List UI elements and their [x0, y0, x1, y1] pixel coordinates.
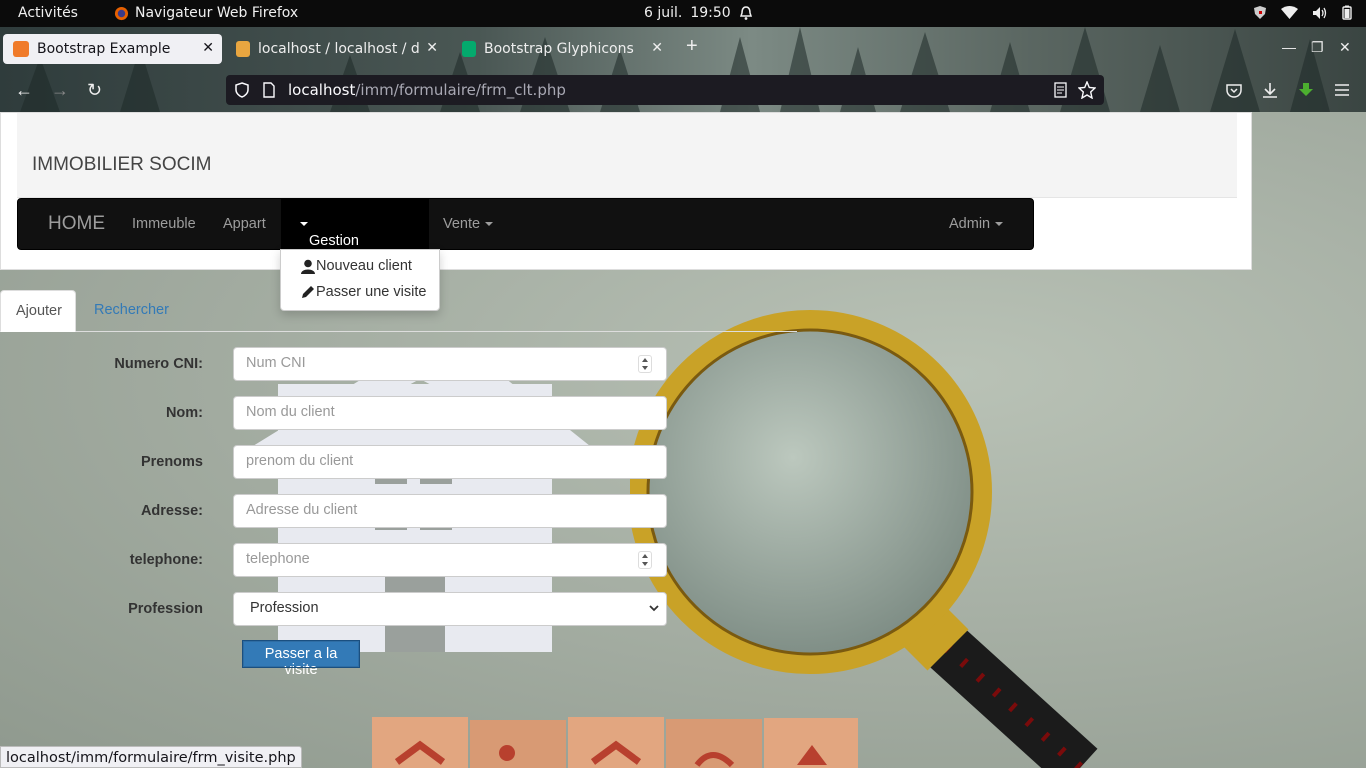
input-prenoms[interactable]: prenom du client [233, 445, 667, 479]
number-spinner-icon[interactable] [638, 355, 652, 373]
client-dropdown-menu: Nouveau client Passer une visite [280, 249, 440, 311]
system-top-bar: Activités Navigateur Web Firefox 6 juil.… [0, 0, 1366, 27]
reader-view-icon[interactable] [1054, 82, 1067, 98]
menu-hamburger-icon[interactable] [1335, 84, 1349, 96]
url-path: /imm/formulaire/frm_clt.php [355, 81, 566, 99]
phpmyadmin-favicon-icon [236, 41, 250, 57]
jumbotron: IMMOBILIER SOCIM [17, 113, 1237, 198]
downloads-icon[interactable] [1262, 82, 1278, 99]
back-icon[interactable]: ← [15, 80, 33, 101]
input-placeholder: Adresse du client [246, 502, 358, 518]
number-spinner-icon[interactable] [638, 551, 652, 569]
clock-time: 19:50 [690, 5, 731, 21]
status-bar-url: localhost/imm/formulaire/frm_visite.php [0, 746, 302, 768]
tab-bootstrap-example[interactable]: Bootstrap Example ✕ [3, 34, 222, 64]
label-nom: Nom: [165, 405, 203, 421]
web-page: IMMOBILIER SOCIM HOME Immeuble Appart Ge… [0, 112, 1366, 768]
dropdown-item-label: Nouveau client [316, 258, 412, 274]
passer-a-la-visite-button[interactable]: Passer a la visite [242, 640, 360, 678]
caret-down-icon [995, 222, 1004, 227]
tab-label: localhost / localhost / db [258, 41, 420, 57]
close-window-icon[interactable]: ✕ [1339, 39, 1351, 56]
wooden-blocks-illustration [372, 717, 858, 768]
new-tab-button[interactable]: + [686, 35, 698, 58]
bookmark-star-icon[interactable] [1078, 81, 1096, 99]
input-placeholder: telephone [246, 551, 310, 567]
volume-icon [1313, 6, 1327, 19]
pencil-icon [302, 286, 314, 298]
url-host: localhost [288, 81, 356, 99]
firefox-icon [114, 6, 129, 20]
input-numero-cni[interactable]: Num CNI [233, 347, 667, 381]
input-placeholder: Num CNI [246, 355, 306, 371]
nav-item-admin[interactable]: Admin [949, 216, 1004, 232]
input-placeholder: Nom du client [246, 404, 335, 420]
browser-chrome: Bootstrap Example ✕ localhost / localhos… [0, 27, 1366, 112]
nav-item-immeuble[interactable]: Immeuble [132, 216, 196, 232]
magnifying-glass-illustration [630, 310, 1098, 768]
user-icon [301, 259, 315, 274]
close-tab-icon[interactable]: ✕ [202, 40, 214, 56]
input-placeholder: prenom du client [246, 453, 354, 469]
caret-down-icon [300, 222, 308, 227]
battery-icon [1342, 5, 1352, 20]
tab-bootstrap-glyphicons[interactable]: Bootstrap Glyphicons ✕ [452, 34, 671, 64]
header-panel: IMMOBILIER SOCIM HOME Immeuble Appart Ge… [0, 112, 1252, 281]
pocket-icon[interactable] [1226, 83, 1242, 98]
clock-date: 6 juil. [644, 5, 683, 21]
app-name: Navigateur Web Firefox [135, 5, 299, 21]
tab-label: Bootstrap Glyphicons [484, 41, 634, 57]
label-profession: Profession [128, 601, 203, 617]
tab-phpmyadmin[interactable]: localhost / localhost / db ✕ [226, 34, 446, 64]
label-telephone: telephone: [129, 552, 203, 568]
nav-item-vente[interactable]: Vente [443, 216, 494, 232]
select-profession[interactable]: Profession [233, 592, 667, 626]
select-value: Profession [250, 600, 319, 616]
label-numero-cni: Numero CNI: [114, 356, 203, 372]
url-bar[interactable]: localhost/imm/formulaire/frm_clt.php [226, 75, 1104, 105]
wifi-icon [1281, 5, 1298, 19]
app-menu[interactable]: Navigateur Web Firefox [114, 5, 298, 21]
clock[interactable]: 6 juil. 19:50 [644, 5, 753, 21]
url-text[interactable]: localhost/imm/formulaire/frm_clt.php [288, 81, 566, 99]
label-adresse: Adresse: [140, 503, 203, 519]
close-tab-icon[interactable]: ✕ [426, 40, 438, 56]
page-icon[interactable] [263, 82, 275, 98]
input-telephone[interactable]: telephone [233, 543, 667, 577]
nav-home-brand[interactable]: HOME [48, 213, 105, 235]
security-shield-icon[interactable] [235, 82, 249, 98]
forward-icon[interactable]: → [51, 80, 69, 101]
w3schools-favicon-icon [462, 41, 476, 57]
input-nom[interactable]: Nom du client [233, 396, 667, 430]
main-navbar: HOME Immeuble Appart Gestion du client V… [17, 198, 1034, 281]
tab-label: Bootstrap Example [37, 41, 171, 57]
nav-item-appart[interactable]: Appart [223, 216, 266, 232]
dropdown-item-nouveau-client[interactable]: Nouveau client [301, 258, 412, 274]
minimize-window-icon[interactable]: — [1282, 39, 1296, 55]
extension-download-icon[interactable] [1298, 82, 1314, 99]
reload-icon[interactable]: ↻ [87, 80, 102, 101]
tab-ajouter[interactable]: Ajouter [0, 290, 76, 332]
restore-window-icon[interactable]: ❐ [1311, 39, 1324, 56]
shield-icon [1254, 6, 1266, 19]
dropdown-item-passer-une-visite[interactable]: Passer une visite [301, 284, 426, 300]
close-tab-icon[interactable]: ✕ [651, 40, 663, 56]
xampp-favicon-icon [13, 41, 29, 57]
nav-item-label: Admin [949, 216, 991, 232]
nav-item-gestion-du-client[interactable]: Gestion du client [281, 199, 429, 281]
caret-down-icon [485, 222, 494, 227]
nav-item-label: Vente [443, 216, 481, 232]
site-title: IMMOBILIER SOCIM [32, 154, 212, 175]
alarm-bell-icon [739, 5, 752, 20]
chevron-down-icon [649, 605, 659, 612]
system-tray[interactable] [1253, 5, 1352, 20]
dropdown-item-label: Passer une visite [316, 284, 427, 300]
tab-rechercher[interactable]: Rechercher [79, 290, 184, 332]
input-adresse[interactable]: Adresse du client [233, 494, 667, 528]
activities-button[interactable]: Activités [18, 5, 78, 21]
label-prenoms: Prenoms [140, 454, 203, 470]
